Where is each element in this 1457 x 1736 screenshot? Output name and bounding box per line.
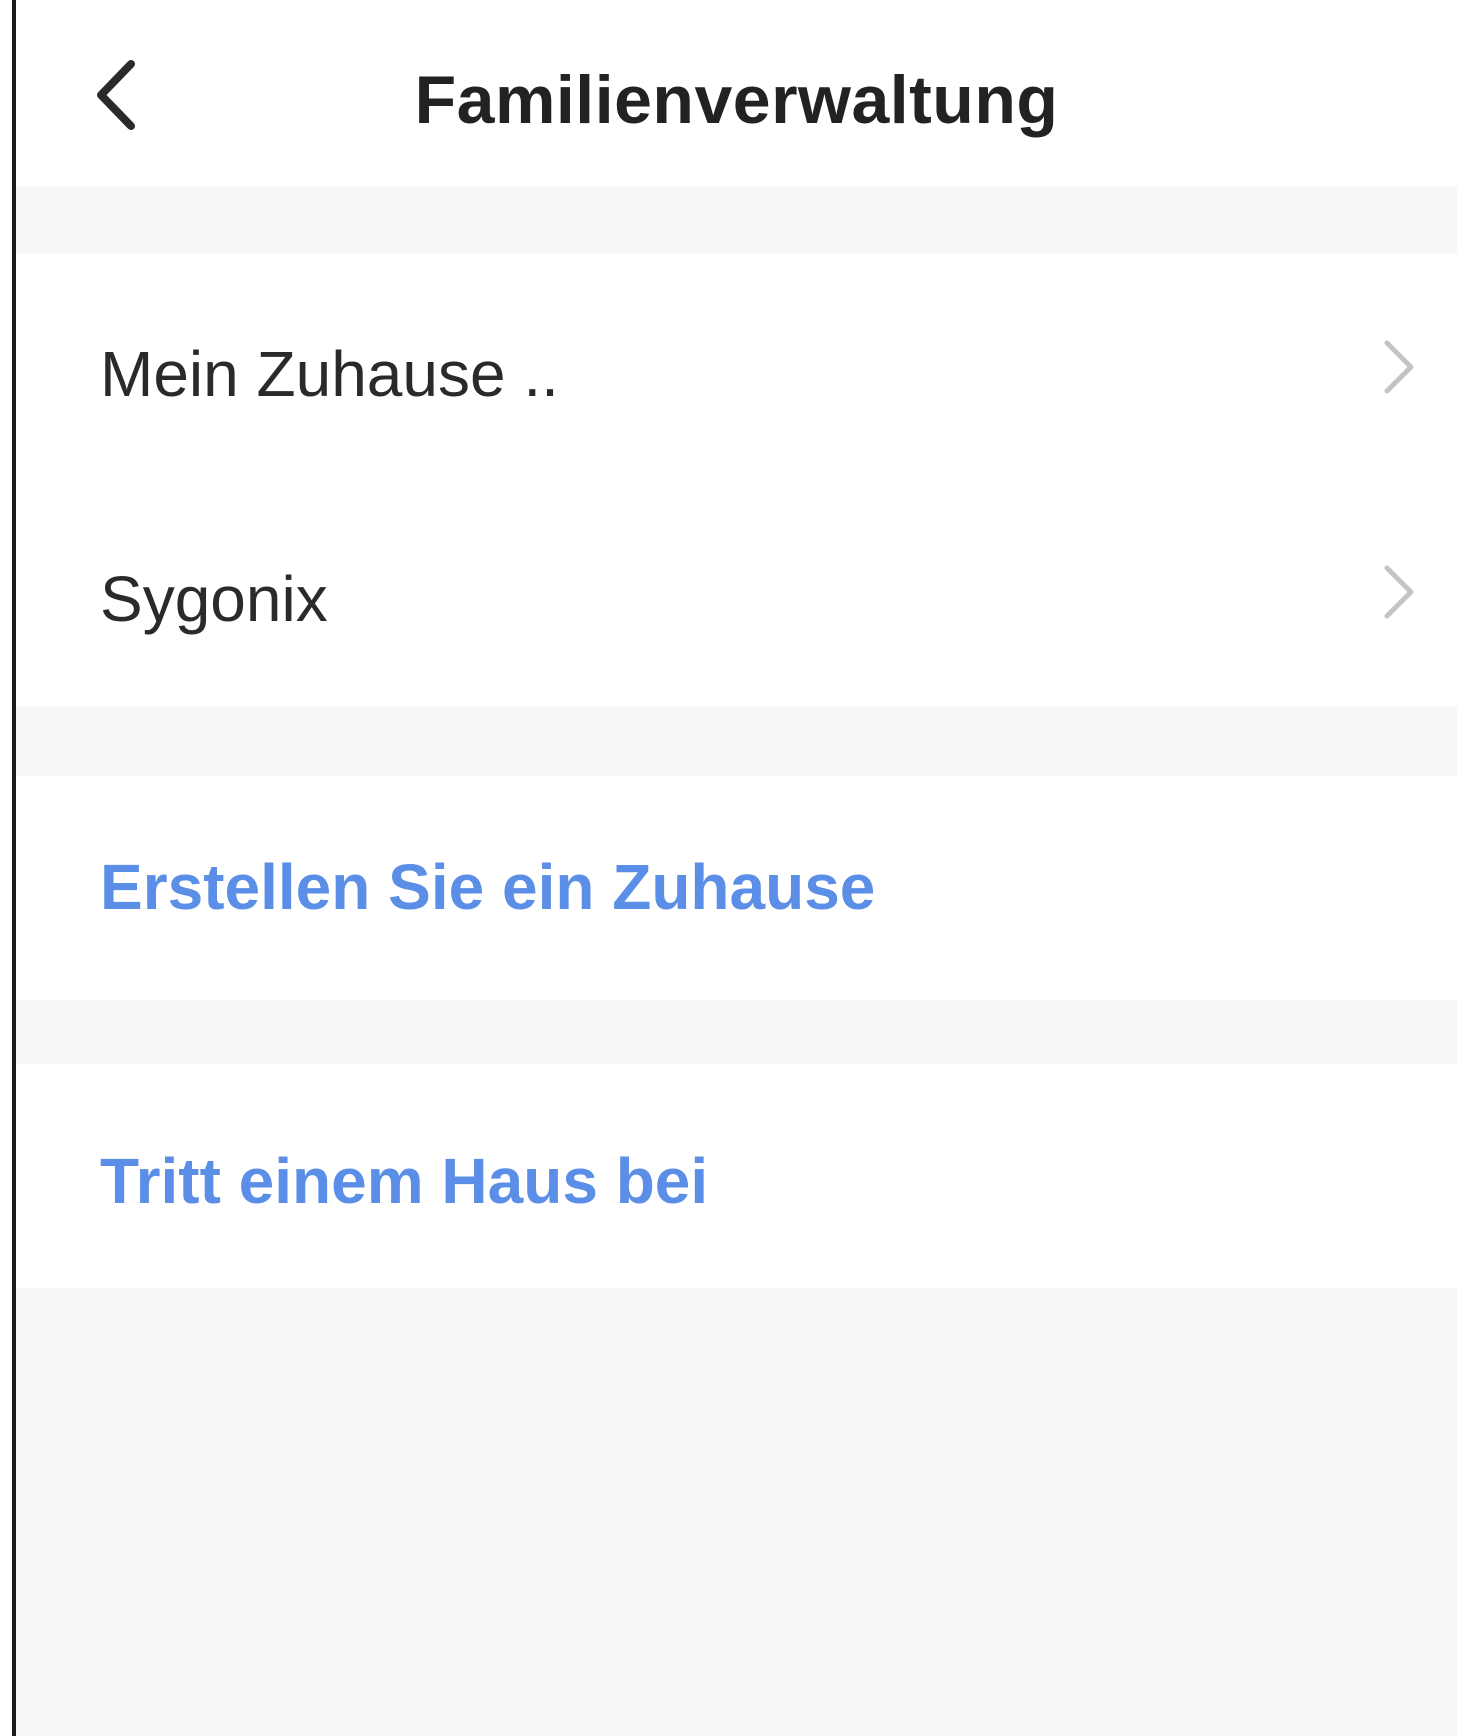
create-home-button[interactable]: Erstellen Sie ein Zuhause bbox=[16, 776, 1457, 1000]
back-button[interactable] bbox=[76, 50, 156, 140]
chevron-right-icon bbox=[1384, 565, 1414, 619]
join-home-section: Tritt einem Haus bei bbox=[16, 1064, 1457, 1288]
create-home-label: Erstellen Sie ein Zuhause bbox=[100, 851, 876, 923]
join-home-label: Tritt einem Haus bei bbox=[100, 1145, 709, 1217]
window-left-edge bbox=[0, 0, 16, 1736]
home-name: Sygonix bbox=[100, 563, 328, 635]
page-title: Familienverwaltung bbox=[414, 62, 1059, 138]
home-list-item[interactable]: Mein Zuhause .. bbox=[16, 254, 1457, 480]
home-name: Mein Zuhause .. bbox=[100, 338, 559, 410]
create-home-section: Erstellen Sie ein Zuhause bbox=[16, 776, 1457, 1000]
home-list-item[interactable]: Sygonix bbox=[16, 480, 1457, 706]
chevron-right-icon bbox=[1384, 340, 1414, 394]
join-home-button[interactable]: Tritt einem Haus bei bbox=[16, 1064, 1457, 1288]
chevron-left-icon bbox=[97, 60, 135, 130]
family-management-screen: Familienverwaltung Mein Zuhause .. Sygon… bbox=[16, 0, 1457, 1736]
header-bar: Familienverwaltung bbox=[16, 0, 1457, 186]
home-list: Mein Zuhause .. Sygonix bbox=[16, 254, 1457, 706]
